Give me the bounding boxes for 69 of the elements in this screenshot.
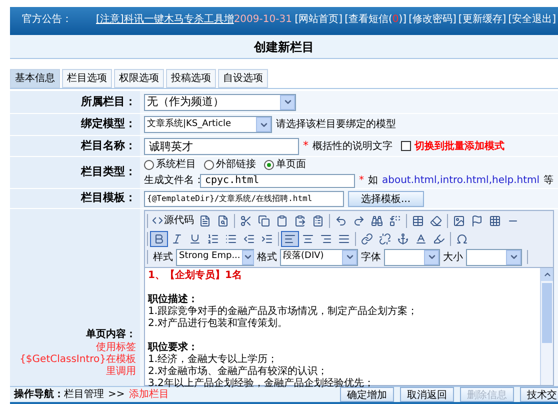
field-hint: 概括性的说明文字 — [312, 140, 392, 154]
editor-text-line: 3.2年以上产品企划经验，金融产品企划经验优先； — [148, 378, 375, 389]
tab[interactable]: 自设选项 — [218, 69, 268, 88]
field-label: 绑定模型： — [10, 114, 140, 135]
tab[interactable]: 基本信息 — [10, 69, 60, 88]
notice-label: 官方公告： — [22, 12, 72, 27]
field-hint: 请选择该栏目要绑定的模型 — [276, 118, 396, 132]
editor-heading-line: 职位要求： — [148, 342, 199, 354]
batch-mode-label[interactable]: 切换到批量添加模式 — [414, 138, 504, 154]
align-left-icon[interactable] — [281, 230, 299, 246]
nav-label: 操作导航： — [14, 387, 64, 402]
footer-button[interactable]: 确定增加 — [340, 387, 394, 402]
editor-text-line: 2.对金融市场、金融产品有较深的认识； — [148, 366, 329, 378]
parent-select[interactable]: 无（作为频道） — [144, 94, 296, 110]
required-mark: * — [303, 138, 308, 154]
dropdown-label: 格式 — [257, 250, 277, 264]
file-name-input[interactable]: cpyc.html — [200, 174, 355, 188]
field-label: 单页内容： — [86, 327, 136, 342]
editor-text-line: 2.对产品进行包装和宣传策划。 — [148, 318, 289, 330]
source-code-icon — [152, 215, 163, 226]
footer-button[interactable]: 技术交 — [520, 387, 558, 402]
notice-date: 2009-10-31 — [234, 13, 292, 27]
footer-button[interactable]: 取消返回 — [400, 387, 454, 402]
type-radio[interactable]: 单页面 — [264, 157, 306, 172]
name-input[interactable]: 诚聘英才 — [144, 138, 299, 154]
field-label: 栏目模板： — [10, 189, 140, 208]
dropdown-label: 样式 — [153, 250, 173, 264]
editor-dropdown[interactable] — [384, 248, 440, 266]
example-files: about.html,intro.html,help.html — [382, 174, 540, 188]
field-label: 所属栏目： — [10, 91, 140, 113]
model-select[interactable]: 文章系统|KS_Article — [144, 116, 272, 133]
choose-template-button[interactable]: 选择模板... — [348, 190, 424, 206]
header-link[interactable]: [安全退出] — [508, 12, 556, 27]
editor-title-line: 1、【企划专员】1名 — [148, 270, 243, 282]
type-radio[interactable]: 系统栏目 — [144, 157, 196, 172]
type-radio[interactable]: 外部链接 — [204, 157, 256, 172]
scroll-up-icon[interactable] — [541, 268, 553, 281]
header-link[interactable]: [查看短信(0)] — [344, 12, 407, 27]
scrollbar-thumb[interactable] — [542, 283, 552, 343]
header-link[interactable]: [修改密码] — [408, 12, 456, 27]
header-link[interactable]: [更新缓存] — [458, 12, 506, 27]
example-prefix: 如 — [368, 174, 378, 188]
scrollbar[interactable] — [540, 268, 553, 385]
editor-dropdown[interactable]: 段落(DIV) — [280, 248, 358, 266]
template-tag-note: 使用标签{$GetClassIntro}在模板里调用 — [18, 342, 136, 378]
field-label: 栏目名称： — [10, 136, 140, 156]
tab[interactable]: 栏目选项 — [62, 69, 112, 88]
breadcrumb-current: 添加栏目 — [128, 388, 169, 402]
editor-text-line: 1.跟踪竞争对手的金融产品及市场情况，制定产品企划方案； — [148, 306, 419, 318]
tab[interactable]: 权限选项 — [114, 69, 164, 88]
editor-heading-line: 职位描述： — [148, 294, 199, 306]
source-code-button[interactable]: 源代码 — [150, 213, 196, 228]
required-mark: * — [359, 174, 364, 188]
notice-link[interactable]: [注意]科讯一键木马专杀工具增 — [96, 12, 234, 27]
example-suffix: 等 — [544, 174, 554, 188]
header-link[interactable]: [网站首页] — [294, 12, 343, 27]
editor-text-line: 1.经济，金融大专以上学历； — [148, 354, 279, 366]
editor-dropdown[interactable] — [466, 248, 522, 266]
dropdown-label: 大小 — [443, 250, 463, 264]
editor-dropdown[interactable]: Strong Emp... — [176, 248, 254, 266]
dropdown-label: 字体 — [361, 250, 381, 264]
tab[interactable]: 投稿选项 — [166, 69, 216, 88]
page-title: 创建新栏目 — [10, 35, 558, 59]
breadcrumb-separator: >> — [108, 388, 125, 402]
field-label: 栏目类型： — [10, 157, 140, 188]
batch-checkbox[interactable] — [400, 141, 410, 151]
breadcrumb-link[interactable]: 栏目管理 — [64, 387, 104, 402]
bold-icon[interactable] — [150, 230, 168, 246]
template-input[interactable]: {@TemplateDir}/文章系统/在线招聘.html — [144, 190, 344, 206]
